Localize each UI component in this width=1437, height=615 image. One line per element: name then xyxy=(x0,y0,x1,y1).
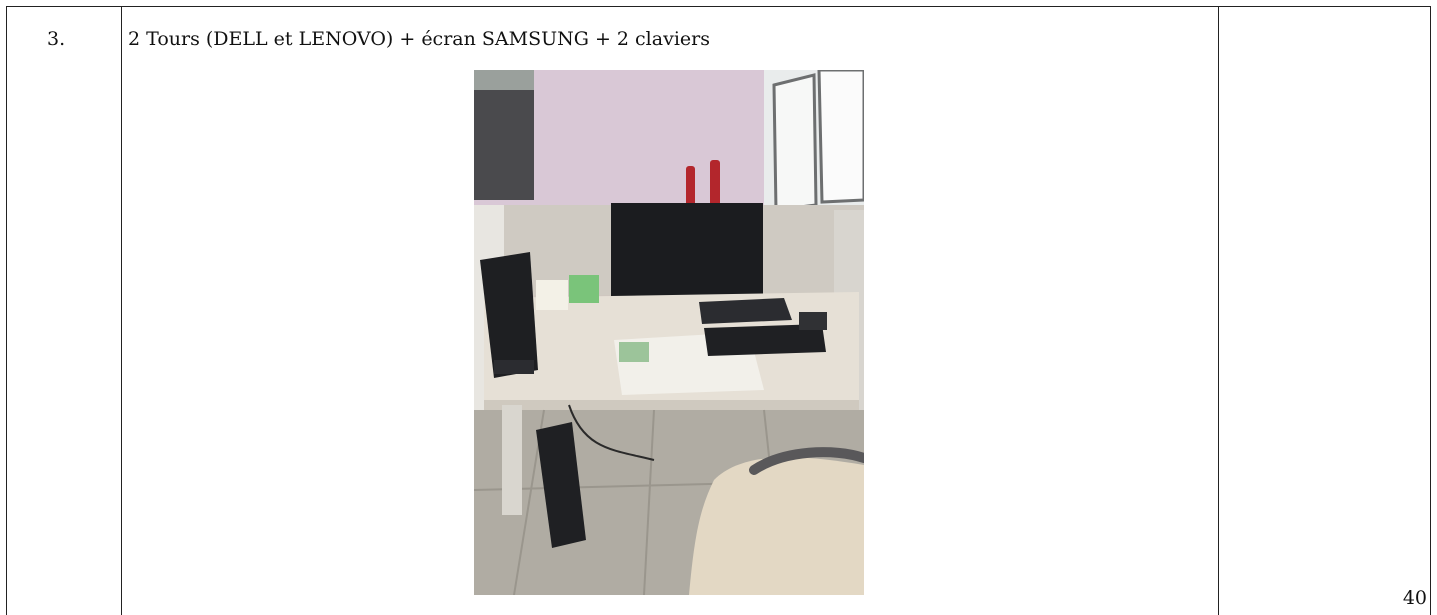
extinguisher-icon xyxy=(686,166,695,208)
office-desk-photo xyxy=(474,70,864,595)
row-number: 3. xyxy=(47,28,66,50)
column-divider xyxy=(121,7,122,615)
monitor-icon xyxy=(611,203,763,298)
column-divider xyxy=(1218,7,1219,615)
page-number: 40 xyxy=(1402,587,1427,609)
item-description: 2 Tours (DELL et LENOVO) + écran SAMSUNG… xyxy=(128,28,710,50)
keyboard-icon xyxy=(699,298,792,324)
